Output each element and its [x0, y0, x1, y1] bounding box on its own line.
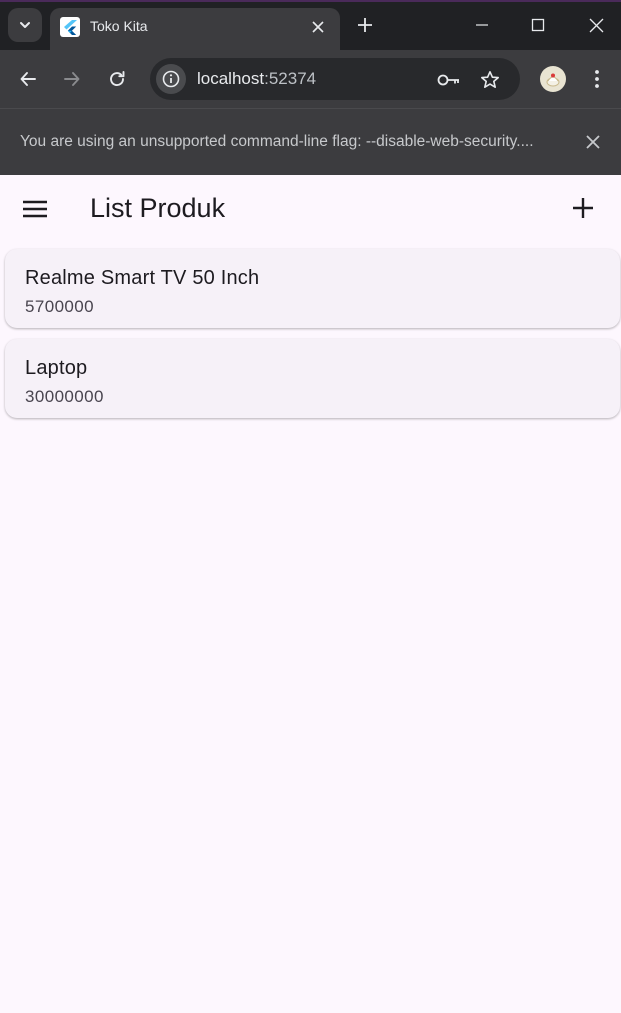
reload-button[interactable]	[103, 65, 131, 93]
tab-search-icon	[20, 22, 30, 28]
info-icon	[162, 70, 180, 88]
forward-button[interactable]	[58, 65, 86, 93]
close-icon	[589, 18, 603, 32]
tab-strip: Toko Kita	[0, 0, 621, 50]
minimize-button[interactable]	[467, 10, 497, 40]
back-icon	[20, 72, 36, 86]
tab-search-button[interactable]	[8, 8, 42, 42]
plus-icon	[358, 18, 372, 32]
product-card[interactable]: Laptop 30000000	[5, 339, 620, 418]
plus-icon	[573, 198, 593, 218]
infobar-close-button[interactable]	[582, 131, 604, 153]
browser-window: Toko Kita localhost:52374 You are using …	[0, 0, 621, 1013]
tab-title: Toko Kita	[90, 18, 148, 34]
key-icon	[437, 74, 459, 86]
bookmark-button[interactable]	[478, 68, 502, 92]
more-vert-icon	[595, 70, 599, 88]
reload-icon	[110, 71, 125, 87]
window-close-button[interactable]	[581, 10, 611, 40]
address-bar[interactable]: localhost:52374	[150, 58, 520, 100]
page-title: List Produk	[90, 193, 226, 223]
product-name: Laptop	[25, 357, 88, 379]
star-icon	[481, 71, 499, 88]
close-icon	[312, 21, 324, 33]
site-info-button[interactable]	[156, 64, 186, 94]
warning-infobar: You are using an unsupported command-lin…	[0, 108, 621, 175]
maximize-icon	[531, 18, 545, 32]
maximize-button[interactable]	[523, 10, 553, 40]
passwords-button[interactable]	[437, 68, 461, 92]
profile-icon	[546, 73, 560, 87]
browser-tab[interactable]: Toko Kita	[50, 8, 340, 50]
profile-button[interactable]	[540, 66, 566, 92]
infobar-message: You are using an unsupported command-lin…	[20, 133, 534, 150]
url-text: localhost:52374	[197, 69, 316, 89]
product-card[interactable]: Realme Smart TV 50 Inch 5700000	[5, 249, 620, 328]
drawer-menu-button[interactable]	[20, 195, 50, 223]
add-product-button[interactable]	[568, 193, 598, 223]
app-bar: List Produk	[0, 175, 621, 241]
product-price: 5700000	[25, 297, 94, 316]
url-host: localhost	[197, 69, 265, 88]
flutter-icon	[60, 17, 80, 37]
forward-icon	[64, 72, 80, 86]
tab-close-button[interactable]	[308, 17, 328, 37]
menu-icon	[23, 200, 47, 218]
new-tab-button[interactable]	[352, 12, 378, 38]
product-list: Realme Smart TV 50 Inch 5700000 Laptop 3…	[5, 249, 620, 429]
back-button[interactable]	[14, 65, 42, 93]
url-port: :52374	[264, 69, 317, 88]
browser-toolbar: localhost:52374	[0, 50, 621, 108]
product-name: Realme Smart TV 50 Inch	[25, 267, 260, 289]
minimize-icon	[476, 24, 488, 26]
close-icon	[586, 135, 600, 149]
browser-menu-button[interactable]	[586, 66, 608, 92]
window-accent-line	[0, 0, 621, 2]
product-price: 30000000	[25, 387, 104, 406]
